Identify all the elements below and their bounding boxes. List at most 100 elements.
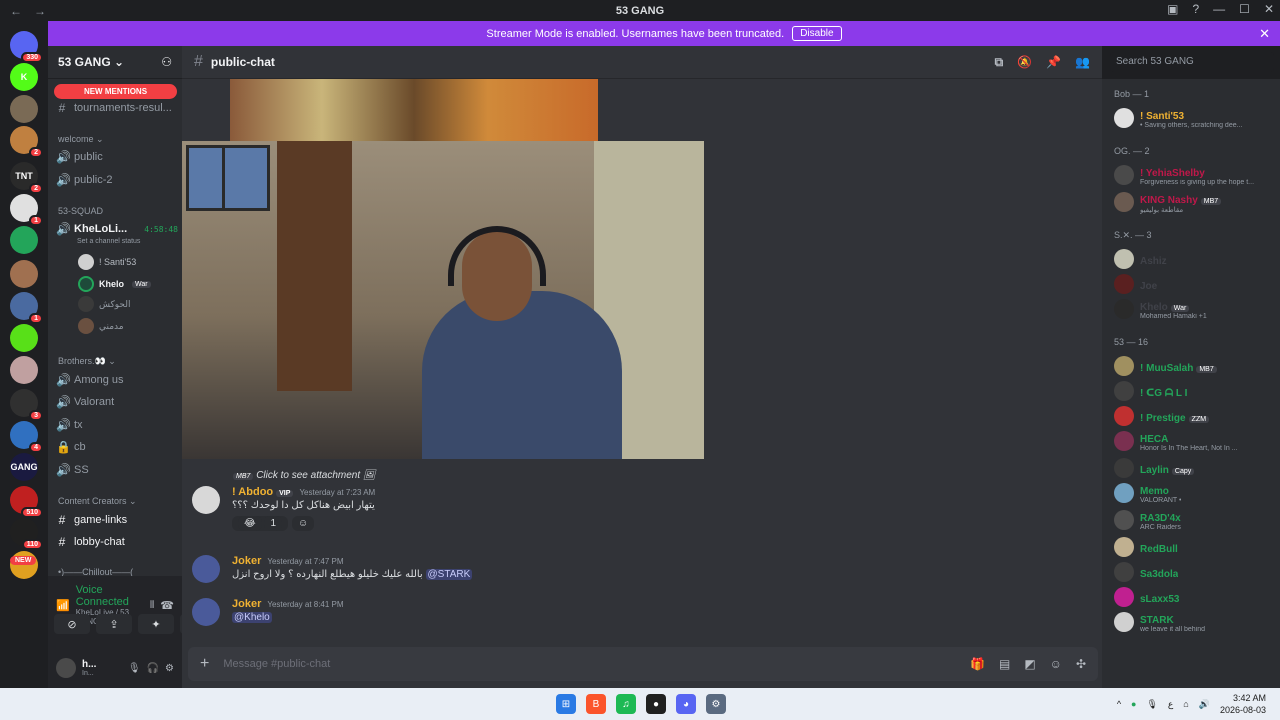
channel-status[interactable]: Set a channel status: [77, 238, 140, 245]
channel-public-2[interactable]: 🔊 public-2: [56, 170, 178, 190]
member-item[interactable]: ! Prestige ᏃᏃᎷ: [1114, 403, 1276, 429]
server-icon[interactable]: [10, 356, 38, 384]
gear-icon[interactable]: ⚙: [165, 663, 174, 674]
message-input[interactable]: Message #public-chat: [223, 658, 330, 670]
member-item[interactable]: Khelo War Mohamed Hamaki +1: [1114, 296, 1276, 322]
chevron-up-icon[interactable]: ^: [1117, 699, 1121, 709]
app-icon[interactable]: ●: [646, 694, 666, 714]
server-icon[interactable]: 1: [10, 292, 43, 324]
member-item[interactable]: Laylin Capy: [1114, 455, 1276, 481]
server-icon[interactable]: TNT 2: [10, 162, 43, 194]
noise-suppression-icon[interactable]: ⦀: [150, 600, 154, 611]
server-icon[interactable]: 4: [10, 421, 43, 453]
add-reaction-icon[interactable]: ☺: [292, 516, 315, 531]
pin-icon[interactable]: 📌: [1046, 55, 1061, 70]
new-mentions-pill[interactable]: NEW MENTIONS: [54, 84, 177, 99]
member-item[interactable]: Memo VALORANT •: [1114, 480, 1276, 506]
microphone-icon[interactable]: 🎙: [128, 663, 141, 674]
server-icon[interactable]: 510: [10, 486, 43, 518]
gif-icon[interactable]: ▤: [999, 657, 1010, 671]
close-window-button[interactable]: ✕: [1264, 2, 1274, 16]
discord-icon[interactable]: ◕: [676, 694, 696, 714]
maximize-button[interactable]: ☐: [1239, 2, 1250, 16]
mention[interactable]: @Khelo: [232, 612, 272, 623]
guild-header[interactable]: 53 GANG ⌄ ⚇: [48, 46, 182, 79]
gift-icon[interactable]: 🎁: [970, 657, 985, 671]
channel-game-links[interactable]: # game-links: [56, 510, 178, 530]
signal-icon[interactable]: 📶: [56, 599, 70, 612]
category-content-creators[interactable]: Content Creators ⌄: [58, 496, 137, 507]
channel-cb[interactable]: 🔒 cb: [56, 437, 178, 457]
member-item[interactable]: ! Santi'53 • Saving others, scratching de…: [1114, 105, 1276, 131]
status-dot-icon[interactable]: ●: [1131, 699, 1136, 709]
server-icon[interactable]: [10, 226, 38, 254]
category-welcome[interactable]: welcome ⌄: [58, 134, 104, 145]
reply-preview[interactable]: MB7 Click to see attachment 🖼: [230, 470, 376, 481]
message-composer[interactable]: + Message #public-chat 🎁 ▤ ◩ ☺ ✣: [188, 647, 1098, 681]
threads-icon[interactable]: ⧉: [995, 55, 1004, 70]
disconnect-icon[interactable]: ☎: [160, 599, 174, 612]
voice-connected-status[interactable]: Voice Connected: [76, 584, 144, 608]
category-brothers[interactable]: Brothers.👀 ⌄: [58, 356, 116, 367]
new-servers-badge[interactable]: NEW: [10, 556, 37, 565]
channel-tx[interactable]: 🔊 tx: [56, 415, 178, 435]
mention[interactable]: @STARK: [425, 569, 473, 580]
message-author[interactable]: ! Abdoo VIP Yesterday at 7:23 AM: [232, 486, 375, 498]
server-icon[interactable]: 2: [10, 126, 43, 158]
voice-user[interactable]: Khelo War: [78, 274, 151, 294]
member-item[interactable]: sLaxx53: [1114, 584, 1276, 610]
sticker-icon[interactable]: ◩: [1024, 657, 1035, 671]
attachment-image-food[interactable]: [230, 79, 598, 141]
server-icon[interactable]: 3: [10, 389, 43, 421]
server-icon[interactable]: GANG: [10, 453, 38, 481]
member-item[interactable]: ! MuuSalah MB7: [1114, 353, 1276, 379]
screen-share-icon[interactable]: ⇪: [96, 614, 132, 634]
spotify-icon[interactable]: ♫: [616, 694, 636, 714]
headphones-icon[interactable]: 🎧: [147, 663, 159, 674]
brave-icon[interactable]: B: [586, 694, 606, 714]
member-item[interactable]: Sa3dola: [1114, 559, 1276, 585]
server-icon[interactable]: [10, 260, 38, 288]
member-item[interactable]: RA3D'4x ARC Raiders: [1114, 507, 1276, 533]
member-item[interactable]: RedBull: [1114, 534, 1276, 560]
member-item[interactable]: KING Nashy MB7 مقاطعة بوليفيو: [1114, 189, 1276, 215]
voice-user[interactable]: مدمني: [78, 316, 124, 336]
server-icon[interactable]: 330: [10, 31, 43, 63]
member-item[interactable]: HECA Honor Is In The Heart, Not In ...: [1114, 428, 1276, 454]
camera-off-icon[interactable]: ⊘: [54, 614, 90, 634]
mic-tray-icon[interactable]: 🎙: [1146, 699, 1157, 710]
reaction[interactable]: 😂 1: [232, 516, 289, 531]
channel-valorant[interactable]: 🔊 Valorant: [56, 392, 178, 412]
emoji-icon[interactable]: ☺: [1050, 657, 1062, 671]
channel-among-us[interactable]: 🔊 Among us: [56, 370, 178, 390]
voice-user[interactable]: الحوكش: [78, 294, 130, 314]
channel-tournaments[interactable]: # tournaments-resul...: [56, 98, 178, 118]
message-author[interactable]: Joker Yesterday at 8:41 PM: [232, 598, 344, 610]
help-icon[interactable]: ?: [1192, 2, 1199, 16]
apps-icon[interactable]: ✣: [1076, 657, 1086, 671]
close-icon[interactable]: ✕: [1259, 26, 1270, 42]
category-53-squad[interactable]: 53-SQUAD: [58, 206, 103, 216]
start-icon[interactable]: ⊞: [556, 694, 576, 714]
server-icon[interactable]: [10, 324, 38, 352]
member-item[interactable]: ! ᑕG ᗩ L I: [1114, 378, 1276, 404]
channel-public[interactable]: 🔊 public: [56, 147, 178, 167]
member-item[interactable]: STARK we leave it all behind: [1114, 609, 1276, 635]
member-item[interactable]: Ashiz: [1114, 246, 1276, 272]
username[interactable]: h...: [82, 659, 122, 670]
voice-channel-kheloli[interactable]: 🔊 KheLoLi... 4:58:48: [56, 219, 178, 239]
clock[interactable]: 3:42 AM 2026-08-03: [1220, 692, 1266, 716]
server-icon[interactable]: 1: [10, 194, 43, 226]
member-item[interactable]: ! YehiaShelby Forgiveness is giving up th…: [1114, 162, 1276, 188]
minimize-button[interactable]: —: [1213, 2, 1225, 16]
channel-ss[interactable]: 🔊 SS: [56, 460, 178, 480]
voice-user[interactable]: ! Santi'53: [78, 252, 136, 272]
language-indicator[interactable]: ع: [1168, 699, 1173, 710]
avatar[interactable]: [192, 555, 220, 583]
server-icon[interactable]: K: [10, 63, 38, 91]
member-item[interactable]: Joe: [1114, 271, 1276, 297]
search-input[interactable]: Search 53 GANG: [1110, 52, 1274, 72]
plus-icon[interactable]: +: [200, 655, 209, 673]
member-list-icon[interactable]: 👥: [1075, 55, 1090, 70]
network-icon[interactable]: ⌂: [1183, 699, 1188, 709]
